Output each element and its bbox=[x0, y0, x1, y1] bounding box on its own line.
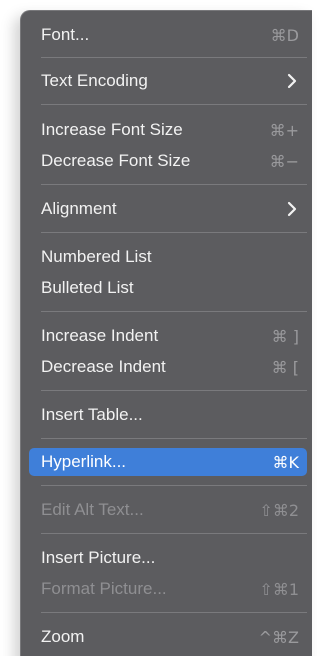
menu-separator bbox=[41, 57, 307, 58]
chevron-right-icon bbox=[287, 201, 297, 217]
menu-separator bbox=[41, 104, 307, 105]
menu-item-insert-table[interactable]: Insert Table... bbox=[29, 401, 307, 429]
menu-item-decrease-font-size[interactable]: Decrease Font Size ⌘− bbox=[29, 147, 307, 175]
menu-item-zoom[interactable]: Zoom ^⌘Z bbox=[29, 623, 307, 651]
menu-separator bbox=[41, 533, 307, 534]
shortcut-label: ⌘K bbox=[272, 452, 300, 472]
menu-item-label: Hyperlink... bbox=[41, 452, 127, 471]
shortcut-label: ⌘− bbox=[269, 151, 299, 171]
menu-item-increase-font-size[interactable]: Increase Font Size ⌘+ bbox=[29, 116, 307, 144]
menu-separator bbox=[41, 232, 307, 233]
menu-item-increase-indent[interactable]: Increase Indent ⌘ ] bbox=[29, 322, 307, 350]
menu-item-hyperlink[interactable]: Hyperlink... ⌘K bbox=[29, 448, 307, 476]
menu-separator bbox=[41, 612, 307, 613]
menu-item-label: Insert Table... bbox=[41, 405, 143, 424]
menu-item-label: Numbered List bbox=[41, 247, 152, 266]
menu-separator bbox=[41, 311, 307, 312]
menu-separator bbox=[41, 184, 307, 185]
menu-item-edit-alt-text: Edit Alt Text... ⇧⌘2 bbox=[29, 496, 307, 524]
menu-item-text-encoding[interactable]: Text Encoding bbox=[29, 67, 307, 95]
shortcut-label: ⌘ [ bbox=[271, 357, 299, 377]
menu-item-alignment[interactable]: Alignment bbox=[29, 195, 307, 223]
menu-item-format-picture: Format Picture... ⇧⌘1 bbox=[29, 575, 307, 603]
menu-item-bulleted-list[interactable]: Bulleted List bbox=[29, 274, 307, 302]
menu-item-decrease-indent[interactable]: Decrease Indent ⌘ [ bbox=[29, 353, 307, 381]
menu-item-label: Alignment bbox=[41, 199, 117, 218]
menu-item-label: Bulleted List bbox=[41, 278, 134, 297]
menu-item-label: Decrease Indent bbox=[41, 357, 166, 376]
menu-item-label: Decrease Font Size bbox=[41, 151, 191, 170]
menu-separator bbox=[41, 438, 307, 439]
menu-item-font[interactable]: Font... ⌘D bbox=[29, 21, 307, 49]
menu-item-label: Increase Indent bbox=[41, 326, 159, 345]
menu-item-label: Edit Alt Text... bbox=[41, 500, 144, 519]
menu-separator bbox=[41, 485, 307, 486]
format-menu: Font... ⌘D Text Encoding Increase Font S… bbox=[20, 10, 312, 656]
menu-item-label: Increase Font Size bbox=[41, 120, 183, 139]
shortcut-label: ⇧⌘2 bbox=[259, 500, 299, 520]
chevron-right-icon bbox=[287, 73, 297, 89]
shortcut-label: ⇧⌘1 bbox=[259, 579, 299, 599]
shortcut-label: ⌘+ bbox=[269, 120, 299, 140]
menu-item-label: Insert Picture... bbox=[41, 548, 156, 567]
menu-item-label: Font... bbox=[41, 25, 90, 44]
shortcut-label: ^⌘Z bbox=[258, 627, 299, 647]
menu-item-label: Text Encoding bbox=[41, 71, 148, 90]
menu-item-insert-picture[interactable]: Insert Picture... bbox=[29, 544, 307, 572]
shortcut-label: ⌘D bbox=[270, 25, 299, 45]
menu-item-numbered-list[interactable]: Numbered List bbox=[29, 243, 307, 271]
menu-separator bbox=[41, 390, 307, 391]
menu-item-label: Zoom bbox=[41, 627, 85, 646]
shortcut-label: ⌘ ] bbox=[271, 326, 299, 346]
menu-item-label: Format Picture... bbox=[41, 579, 167, 598]
